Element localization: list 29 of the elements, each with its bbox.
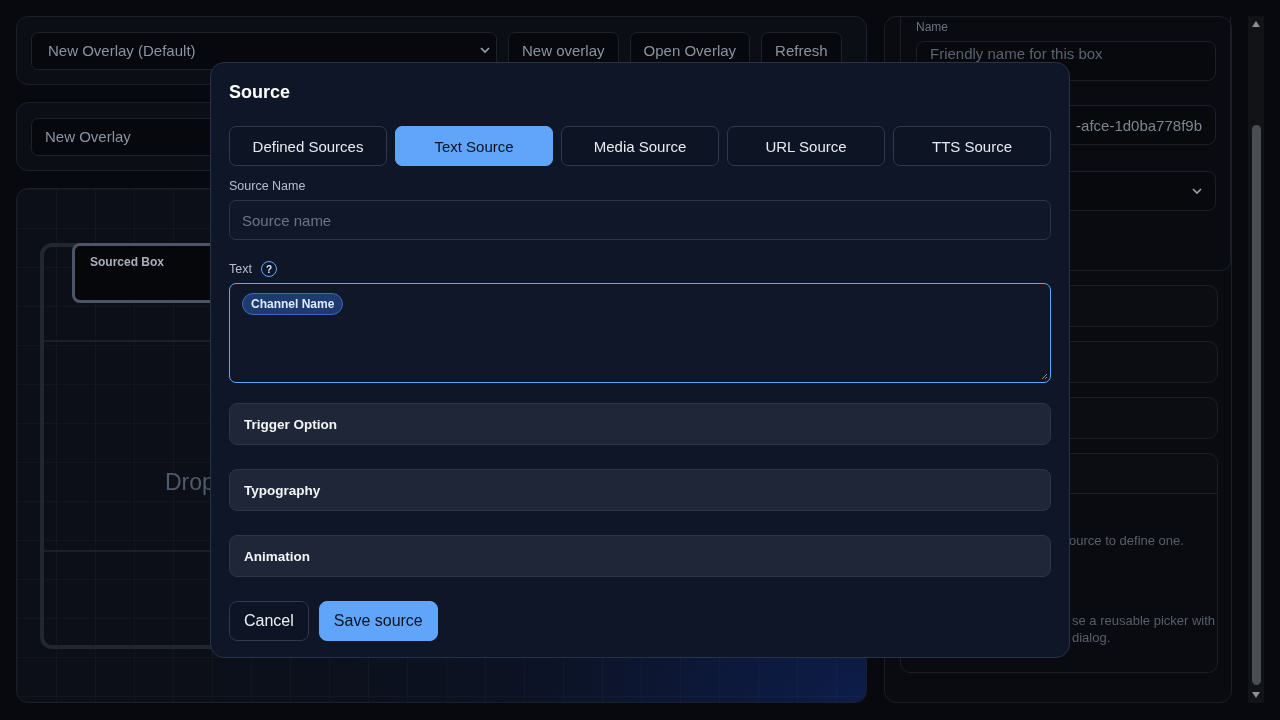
source-tab[interactable]: Media Source <box>561 126 719 166</box>
field-label: Source Name <box>229 179 307 193</box>
source-tab[interactable]: URL Source <box>727 126 885 166</box>
source-tab[interactable]: Text Source <box>395 126 553 166</box>
overlay-select[interactable]: New Overlay (Default) <box>31 31 497 70</box>
chevron-down-icon <box>480 47 490 54</box>
field-label: Text <box>229 262 252 276</box>
chevron-down-icon <box>1192 187 1202 195</box>
note-text: dialog. <box>1071 629 1112 646</box>
source-name-field[interactable]: Source name <box>229 200 1051 240</box>
section-header[interactable]: Animation <box>229 535 1051 577</box>
dialog-button[interactable]: Cancel <box>229 601 309 641</box>
scroll-thumb[interactable] <box>1251 124 1261 685</box>
note-text: ource to define one. <box>1068 532 1185 549</box>
scroll-down-icon[interactable] <box>1251 691 1261 699</box>
resize-grip-icon[interactable] <box>1041 373 1048 380</box>
note-text: se a reusable picker with <box>1071 612 1217 629</box>
scrollbar[interactable] <box>1248 16 1264 703</box>
dialog-title: Source <box>229 82 292 104</box>
box-label: Sourced Box <box>90 255 164 269</box>
section-header[interactable]: Trigger Option <box>229 403 1051 445</box>
source-tab[interactable]: Defined Sources <box>229 126 387 166</box>
field-label: Name <box>916 20 949 36</box>
source-tab[interactable]: TTS Source <box>893 126 1051 166</box>
token-chip[interactable]: Channel Name <box>242 293 344 315</box>
section-header[interactable]: Typography <box>229 469 1051 511</box>
scroll-up-icon[interactable] <box>1251 20 1261 28</box>
dialog-button[interactable]: Save source <box>318 601 438 641</box>
text-area[interactable]: Channel Name <box>229 283 1051 383</box>
